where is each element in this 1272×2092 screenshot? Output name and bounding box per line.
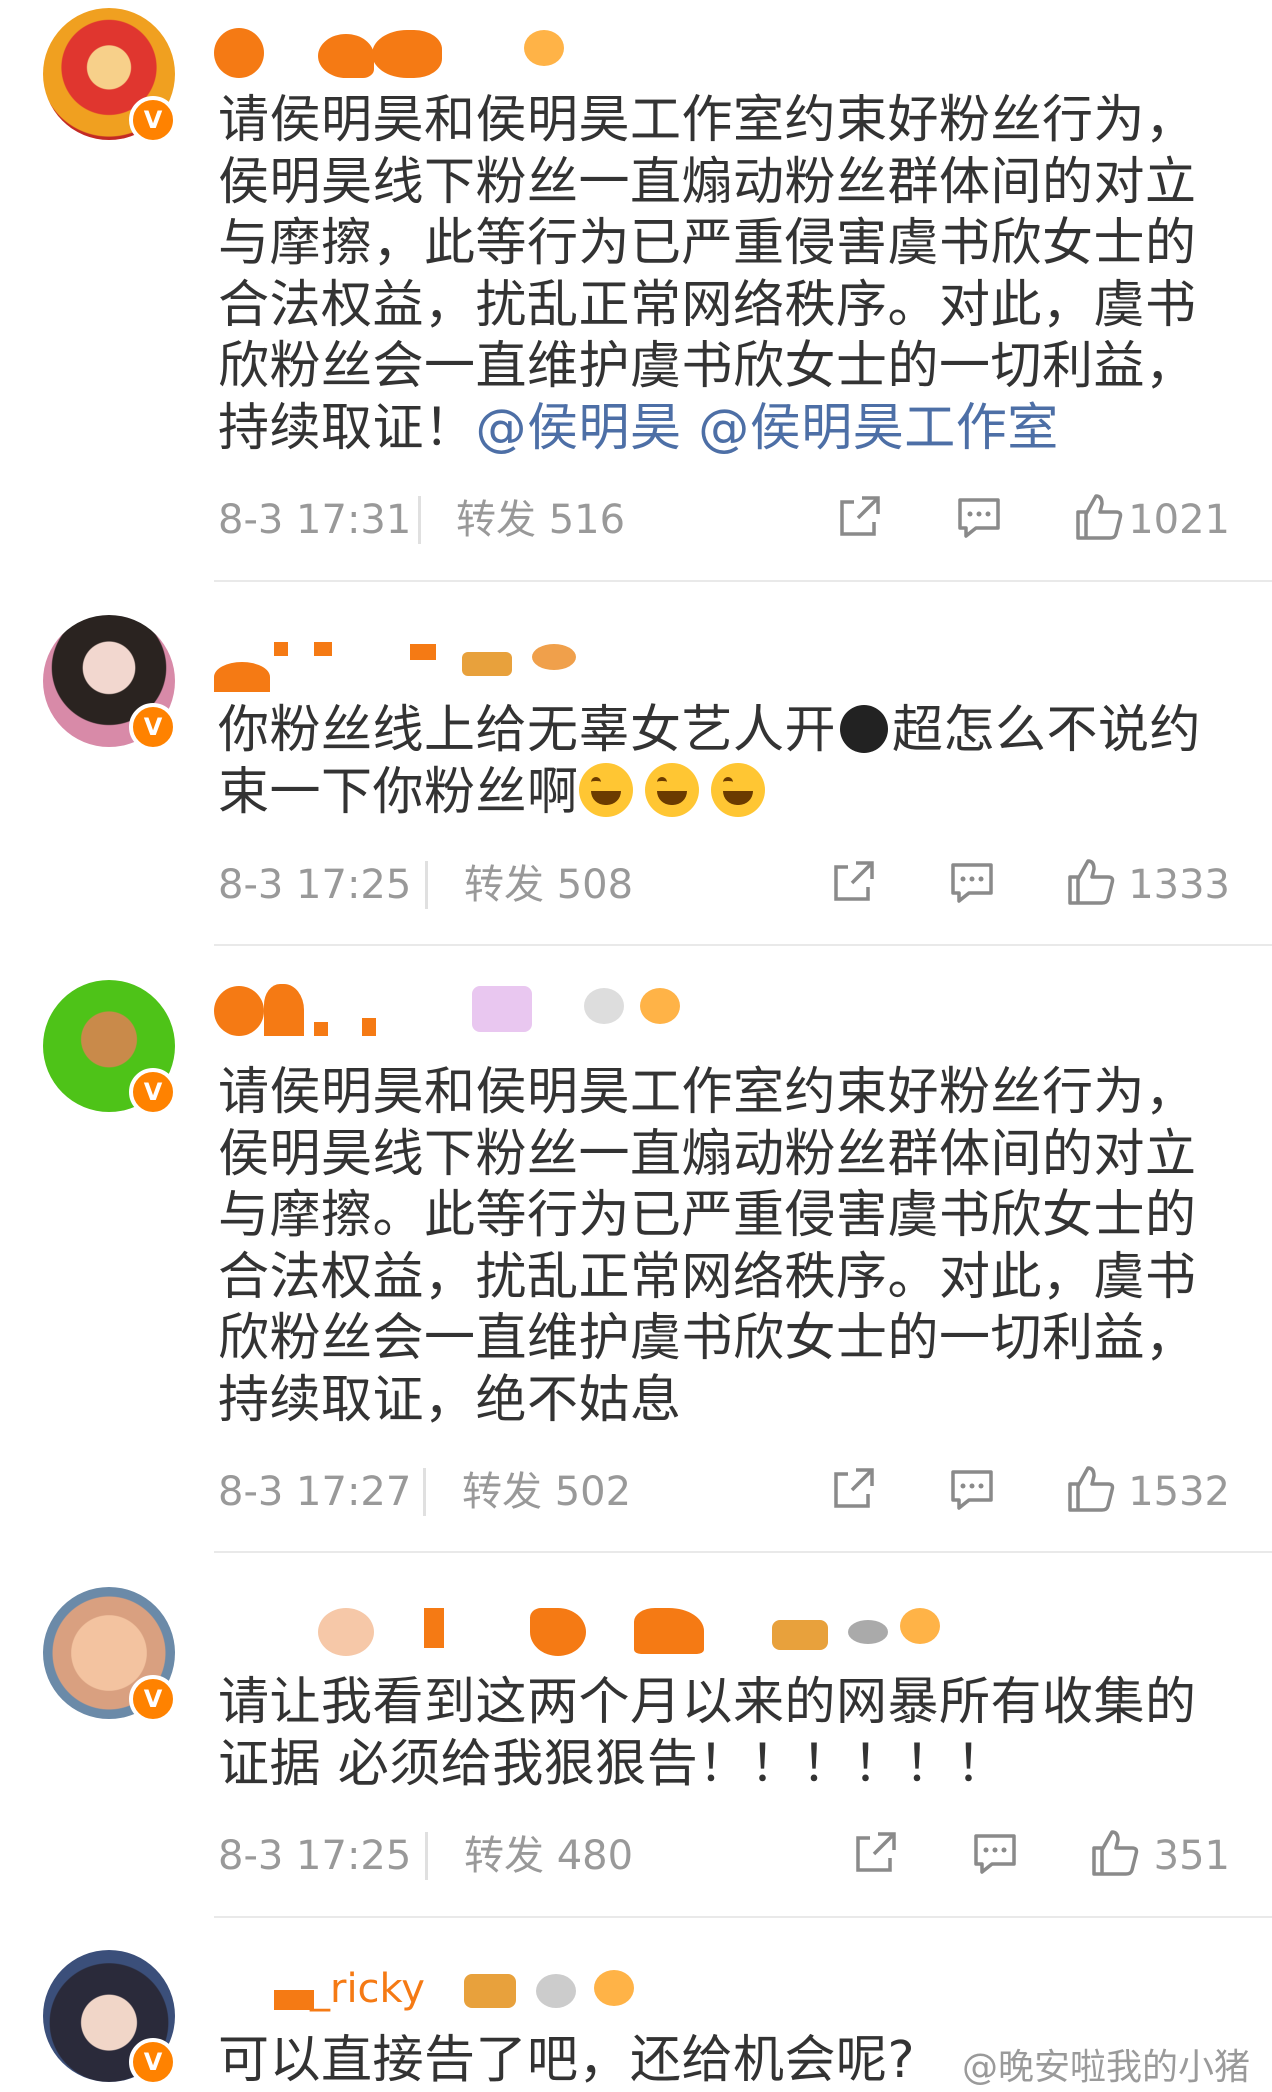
laugh-cry-emoji	[578, 762, 633, 817]
username-redacted[interactable]	[214, 20, 574, 80]
timestamp: 8-3 17:31	[218, 497, 412, 543]
username-redacted[interactable]	[214, 978, 694, 1038]
repost-count[interactable]: 转发 502	[462, 1462, 631, 1522]
share-icon[interactable]	[848, 1826, 902, 1880]
comment-text: 请侯明昊和侯明昊工作室约束好粉丝行为，侯明昊线下粉丝一直煽动粉丝群体间的对立与摩…	[218, 91, 1197, 458]
username-partial: _ricky	[310, 1966, 425, 2012]
verified-badge: V	[129, 2038, 177, 2086]
like-icon[interactable]	[1072, 490, 1126, 544]
divider	[214, 1551, 1272, 1553]
repost-count[interactable]: 转发 480	[464, 1826, 633, 1886]
comment-text: 请侯明昊和侯明昊工作室约束好粉丝行为，侯明昊线下粉丝一直煽动粉丝群体间的对立与摩…	[218, 1063, 1197, 1430]
verified-badge: V	[129, 96, 177, 144]
like-count: 1532	[1128, 1469, 1230, 1515]
like-icon[interactable]	[1064, 1462, 1118, 1516]
like-icon[interactable]	[1064, 855, 1118, 909]
username-redacted[interactable]	[214, 632, 634, 692]
verified-badge: V	[129, 703, 177, 751]
comment-icon[interactable]	[952, 490, 1006, 544]
repost-count[interactable]: 转发 508	[464, 855, 633, 915]
verified-badge: V	[129, 1675, 177, 1723]
share-icon[interactable]	[832, 490, 886, 544]
mention-link[interactable]: @侯明昊工作室	[698, 399, 1059, 458]
like-icon[interactable]	[1088, 1826, 1142, 1880]
comment-meta: 8-3 17:25 转发 480 351	[218, 1826, 1230, 1886]
comment-meta: 8-3 17:25 转发 508 1333	[218, 855, 1230, 915]
like-count: 1021	[1128, 497, 1230, 543]
mention-link[interactable]: @侯明昊	[476, 399, 682, 458]
divider	[214, 580, 1272, 582]
username-redacted[interactable]	[214, 1598, 954, 1658]
comment-icon[interactable]	[945, 1462, 999, 1516]
share-icon[interactable]	[826, 1462, 880, 1516]
verified-badge: V	[129, 1068, 177, 1116]
laugh-cry-emoji	[644, 762, 699, 817]
timestamp: 8-3 17:25	[218, 1833, 412, 1879]
timestamp: 8-3 17:27	[218, 1469, 412, 1515]
black-circle-emoji	[840, 705, 889, 753]
comment-meta: 8-3 17:31 转发 516 1021	[218, 490, 1230, 550]
divider	[214, 944, 1272, 946]
laugh-cry-emoji	[710, 762, 765, 817]
comment-text: 你粉丝线上给无辜女艺人开 超怎么不说约束一下你粉丝啊	[218, 701, 1202, 822]
comment-text: 请让我看到这两个月以来的网暴所有收集的证据 必须给我狠狠告！！！！！！	[218, 1673, 1197, 1794]
divider	[214, 1916, 1272, 1918]
share-icon[interactable]	[826, 855, 880, 909]
username-redacted[interactable]: _ricky	[214, 1960, 654, 2020]
timestamp: 8-3 17:25	[218, 862, 412, 908]
comment-icon[interactable]	[968, 1826, 1022, 1880]
like-count: 351	[1153, 1833, 1230, 1879]
like-count: 1333	[1128, 862, 1230, 908]
repost-count[interactable]: 转发 516	[456, 490, 625, 550]
comment-meta: 8-3 17:27 转发 502 1532	[218, 1462, 1230, 1522]
watermark: @晚安啦我的小猪	[961, 2047, 1250, 2088]
comment-icon[interactable]	[945, 855, 999, 909]
